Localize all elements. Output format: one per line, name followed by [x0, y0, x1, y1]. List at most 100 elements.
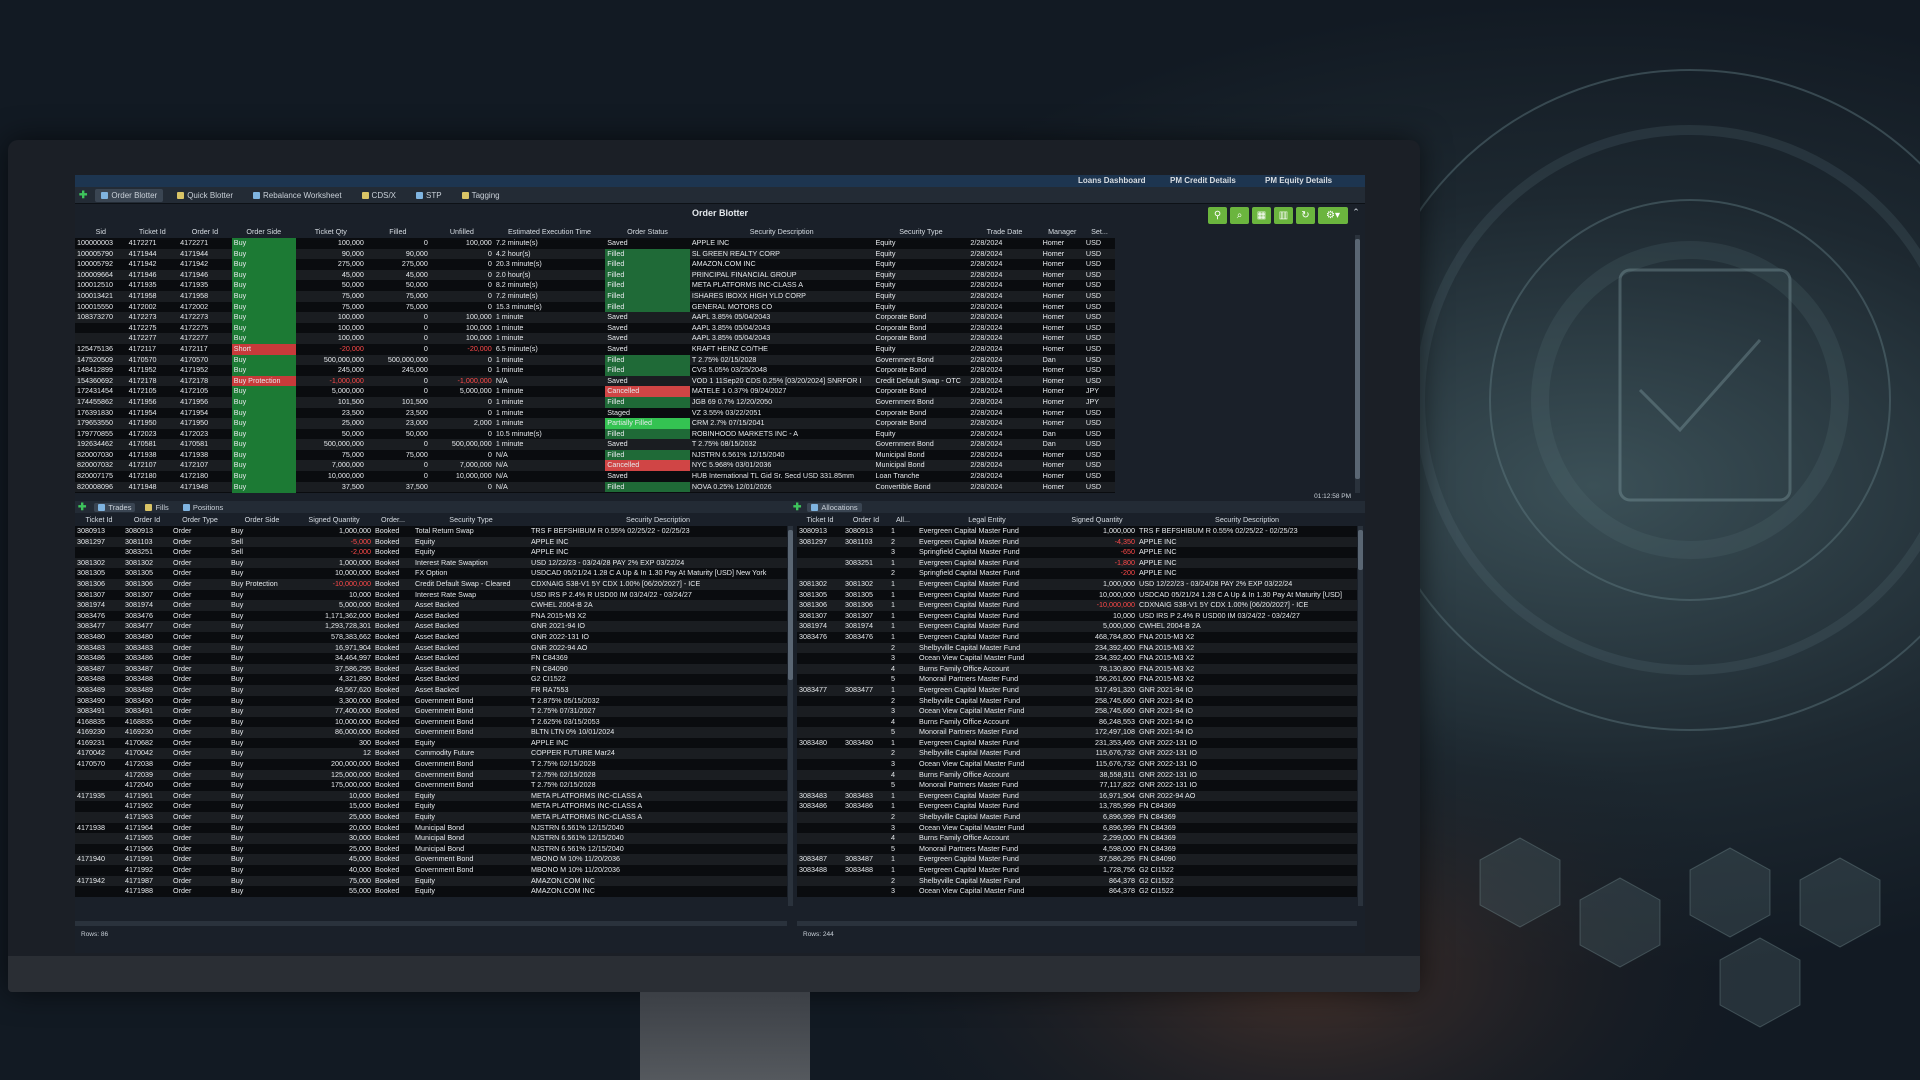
table-row[interactable]: 172431454 4172105 4172105 Buy 5,000,000 0 5,00…: [75, 386, 1115, 397]
table-row[interactable]: 3 Springfield Capital Master Fund -650 APPL…: [797, 547, 1357, 558]
table-row[interactable]: 4171965 Order Buy 30,000 Booked Municipal Bon…: [75, 833, 787, 844]
tab-allocations-0[interactable]: Allocations: [807, 502, 862, 512]
table-row[interactable]: 3083480 3083480 Order Buy 578,383,662 Booked A…: [75, 631, 787, 643]
column-header[interactable]: Order Id: [843, 514, 889, 526]
tab-trades-0[interactable]: Trades: [94, 502, 136, 512]
table-row[interactable]: 3081305 3081305 Order Buy 10,000,000 Booked FX…: [75, 568, 787, 579]
table-row[interactable]: 4169231 4170682 Order Buy 300 Booked Equity APP…: [75, 737, 787, 749]
tab-app-3[interactable]: CDS/X: [356, 189, 402, 202]
trades-hscroll[interactable]: [75, 921, 787, 926]
column-header[interactable]: Sid: [75, 226, 127, 238]
allocations-hscroll[interactable]: [797, 921, 1357, 926]
table-row[interactable]: 4172275 4172275 Buy 100,000 0 100,000 1 minute…: [75, 322, 1115, 334]
column-header[interactable]: Signed Quantity: [1057, 514, 1137, 526]
table-row[interactable]: 4170042 4170042 Order Buy 12 Booked Commodity …: [75, 748, 787, 760]
table-row[interactable]: 5 Monorail Partners Master Fund 172,497,10…: [797, 727, 1357, 738]
table-row[interactable]: 82000873341720184172018Buy500,0000500,00…: [75, 492, 1115, 493]
table-row[interactable]: 2 Shelbyville Capital Master Fund 115,676,…: [797, 748, 1357, 760]
table-row[interactable]: 3081306 3081306 Order Buy Protection -10,000…: [75, 578, 787, 590]
table-row[interactable]: 3 Ocean View Capital Master Fund 864,378 G2…: [797, 886, 1357, 897]
table-row[interactable]: 2 Shelbyville Capital Master Fund 258,745,…: [797, 695, 1357, 707]
column-header[interactable]: Order Side: [229, 514, 295, 526]
tab-app-0[interactable]: Order Blotter: [95, 188, 164, 202]
table-row[interactable]: 3080913 3080913 Order Buy 1,000,000 Booked Tot…: [75, 526, 787, 537]
table-row[interactable]: 3 Ocean View Capital Master Fund 6,896,999…: [797, 822, 1357, 834]
column-header[interactable]: Order...: [373, 514, 413, 526]
table-row[interactable]: 820007175 4172180 4172180 Buy 10,000,000 0 10,…: [75, 471, 1115, 482]
table-row[interactable]: 3081306 3081306 1 Evergreen Capital Master …: [797, 600, 1357, 611]
trades-scrollbar[interactable]: [788, 526, 793, 906]
table-row[interactable]: 108373270 4172273 4172273 Buy 100,000 0 100,00…: [75, 312, 1115, 323]
tab-pm-equity-details[interactable]: PM Equity Details: [1265, 176, 1332, 185]
table-row[interactable]: 3083476 3083476 1 Evergreen Capital Master …: [797, 631, 1357, 643]
table-row[interactable]: 3083480 3083480 1 Evergreen Capital Master …: [797, 737, 1357, 749]
column-header[interactable]: Order Id: [178, 226, 232, 238]
add-panel-icon[interactable]: ✚: [78, 502, 86, 513]
table-row[interactable]: 3081307 3081307 Order Buy 10,000 Booked Intere…: [75, 589, 787, 601]
table-row[interactable]: 4171962 Order Buy 15,000 Booked Equity META PL…: [75, 801, 787, 813]
table-row[interactable]: 100005790 4171944 4171944 Buy 90,000 90,000 0 4…: [75, 248, 1115, 260]
table-row[interactable]: 100013421 4171958 4171958 Buy 75,000 75,000 0 7…: [75, 290, 1115, 302]
table-row[interactable]: 3 Ocean View Capital Master Fund 234,392,4…: [797, 653, 1357, 664]
table-row[interactable]: 100000003 4172271 4172271 Buy 100,000 0 100,00…: [75, 238, 1115, 249]
table-row[interactable]: 125475136 4172117 4172117 Short -20,000 0 -20,…: [75, 343, 1115, 355]
settings-icon[interactable]: ⚙▾: [1318, 207, 1348, 224]
table-row[interactable]: 3083477 3083477 Order Buy 1,293,728,301 Booke…: [75, 621, 787, 632]
table-row[interactable]: 4169230 4169230 Order Buy 86,000,000 Booked Go…: [75, 727, 787, 738]
tab-app-1[interactable]: Quick Blotter: [171, 189, 239, 202]
column-header[interactable]: Unfilled: [430, 226, 494, 238]
search-icon[interactable]: ⌕: [1230, 207, 1249, 224]
table-row[interactable]: 179653550 4171950 4171950 Buy 25,000 23,000 2,…: [75, 418, 1115, 429]
table-row[interactable]: 154360692 4172178 4172178 Buy Protection -1,…: [75, 375, 1115, 387]
column-header[interactable]: Filled: [366, 226, 430, 238]
column-header[interactable]: All...: [889, 514, 917, 526]
table-row[interactable]: 3083251 Order Sell -2,000 Booked Equity APPLE …: [75, 547, 787, 558]
table-row[interactable]: 4172277 4172277 Buy 100,000 0 100,000 1 minute…: [75, 333, 1115, 344]
table-row[interactable]: 3083488 3083488 1 Evergreen Capital Master …: [797, 865, 1357, 876]
table-row[interactable]: 3 Ocean View Capital Master Fund 115,676,7…: [797, 759, 1357, 770]
table-row[interactable]: 4170570 4172038 Order Buy 200,000,000 Booked G…: [75, 759, 787, 770]
table-row[interactable]: 4172039 Order Buy 125,000,000 Booked Governme…: [75, 769, 787, 781]
column-header[interactable]: Ticket Id: [75, 514, 123, 526]
table-row[interactable]: 3083476 3083476 Order Buy 1,171,362,000 Booke…: [75, 610, 787, 622]
tab-loans-dashboard[interactable]: Loans Dashboard: [1078, 176, 1146, 185]
refresh-icon[interactable]: ↻: [1296, 207, 1315, 224]
table-row[interactable]: 4 Burns Family Office Account 78,130,800 FN…: [797, 663, 1357, 675]
filter-icon[interactable]: ⚲: [1208, 207, 1227, 224]
table-row[interactable]: 176391830 4171954 4171954 Buy 23,500 23,500 0 1…: [75, 407, 1115, 419]
table-row[interactable]: 3081297 3081103 Order Sell -5,000 Booked Equit…: [75, 536, 787, 548]
table-row[interactable]: 3083251 1 Evergreen Capital Master Fund -1,…: [797, 557, 1357, 569]
column-header[interactable]: Manager: [1041, 226, 1084, 238]
collapse-icon[interactable]: ⌃: [1351, 207, 1361, 224]
table-row[interactable]: 100015550 4172002 4172002 Buy 75,000 75,000 0 1…: [75, 301, 1115, 313]
table-row[interactable]: 3083483 3083483 1 Evergreen Capital Master …: [797, 790, 1357, 802]
table-row[interactable]: 4 Burns Family Office Account 38,558,911 GN…: [797, 769, 1357, 781]
table-row[interactable]: 192634462 4170581 4170581 Buy 500,000,000 0 50…: [75, 439, 1115, 450]
table-row[interactable]: 3083486 3083486 1 Evergreen Capital Master …: [797, 801, 1357, 813]
table-row[interactable]: 820008096 4171948 4171948 Buy 37,500 37,500 0 N…: [75, 481, 1115, 493]
table-row[interactable]: 3081307 3081307 1 Evergreen Capital Master …: [797, 610, 1357, 622]
table-row[interactable]: 4171935 4171961 Order Buy 10,000 Booked Equity…: [75, 790, 787, 802]
columns-icon[interactable]: ▥: [1274, 207, 1293, 224]
column-header[interactable]: Security Description: [690, 226, 874, 238]
allocations-scrollbar[interactable]: [1358, 526, 1363, 906]
table-row[interactable]: 3083488 3083488 Order Buy 4,321,890 Booked Ass…: [75, 674, 787, 685]
table-row[interactable]: 5 Monorail Partners Master Fund 156,261,60…: [797, 674, 1357, 685]
table-row[interactable]: 4172040 Order Buy 175,000,000 Booked Governme…: [75, 780, 787, 791]
column-header[interactable]: Estimated Execution Time: [494, 226, 605, 238]
table-row[interactable]: 3083487 3083487 1 Evergreen Capital Master …: [797, 854, 1357, 865]
column-header[interactable]: Order Type: [171, 514, 229, 526]
table-row[interactable]: 3081305 3081305 1 Evergreen Capital Master …: [797, 589, 1357, 601]
table-row[interactable]: 4171963 Order Buy 25,000 Booked Equity META PL…: [75, 812, 787, 823]
table-row[interactable]: 100005792 4171942 4171942 Buy 275,000 275,000…: [75, 259, 1115, 270]
table-row[interactable]: 820007030 4171938 4171938 Buy 75,000 75,000 0 N…: [75, 449, 1115, 461]
table-row[interactable]: 820007032 4172107 4172107 Buy 7,000,000 0 7,00…: [75, 460, 1115, 472]
add-tab-icon[interactable]: ✚: [79, 190, 87, 201]
excel-icon[interactable]: ▦: [1252, 207, 1271, 224]
tab-trades-1[interactable]: Fills: [141, 503, 172, 512]
table-row[interactable]: 3083490 3083490 Order Buy 3,300,000 Booked Gov…: [75, 695, 787, 707]
table-row[interactable]: 4168835 4168835 Order Buy 10,000,000 Booked Go…: [75, 716, 787, 728]
table-row[interactable]: 2 Shelbyville Capital Master Fund 234,392,…: [797, 642, 1357, 654]
table-row[interactable]: 3081302 3081302 1 Evergreen Capital Master …: [797, 578, 1357, 590]
table-row[interactable]: 4171966 Order Buy 25,000 Booked Municipal Bon…: [75, 843, 787, 855]
